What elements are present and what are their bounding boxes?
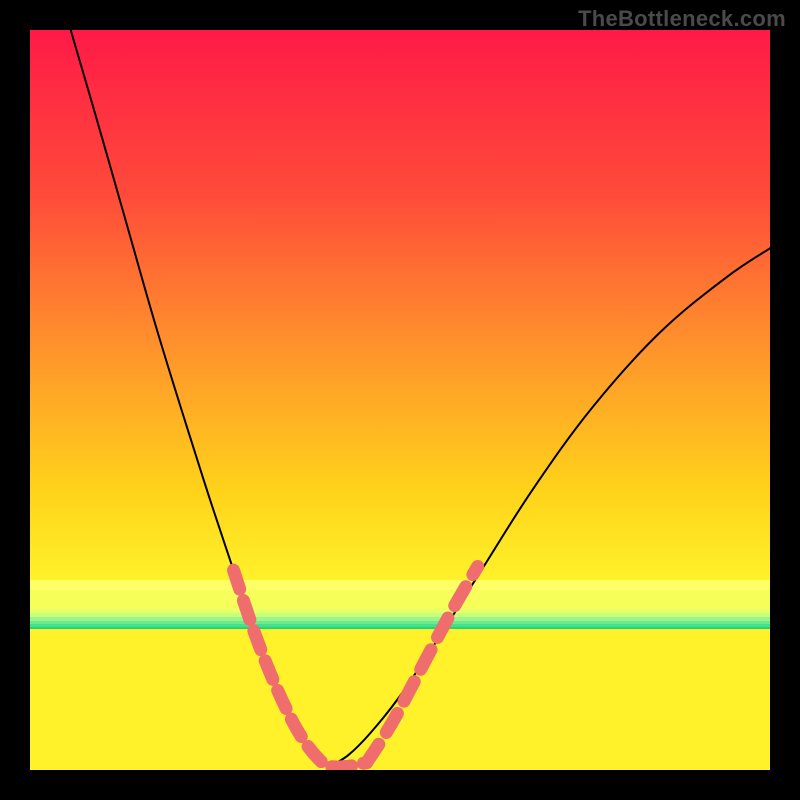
series-highlight_right: [367, 567, 478, 763]
series-curve_left: [71, 30, 330, 766]
series-highlight_left: [234, 570, 367, 767]
chart-stage: TheBottleneck.com: [0, 0, 800, 800]
plot-area: [30, 30, 770, 770]
series-curve_right: [330, 248, 770, 766]
watermark-text: TheBottleneck.com: [578, 6, 786, 32]
curve-layer: [30, 30, 770, 770]
